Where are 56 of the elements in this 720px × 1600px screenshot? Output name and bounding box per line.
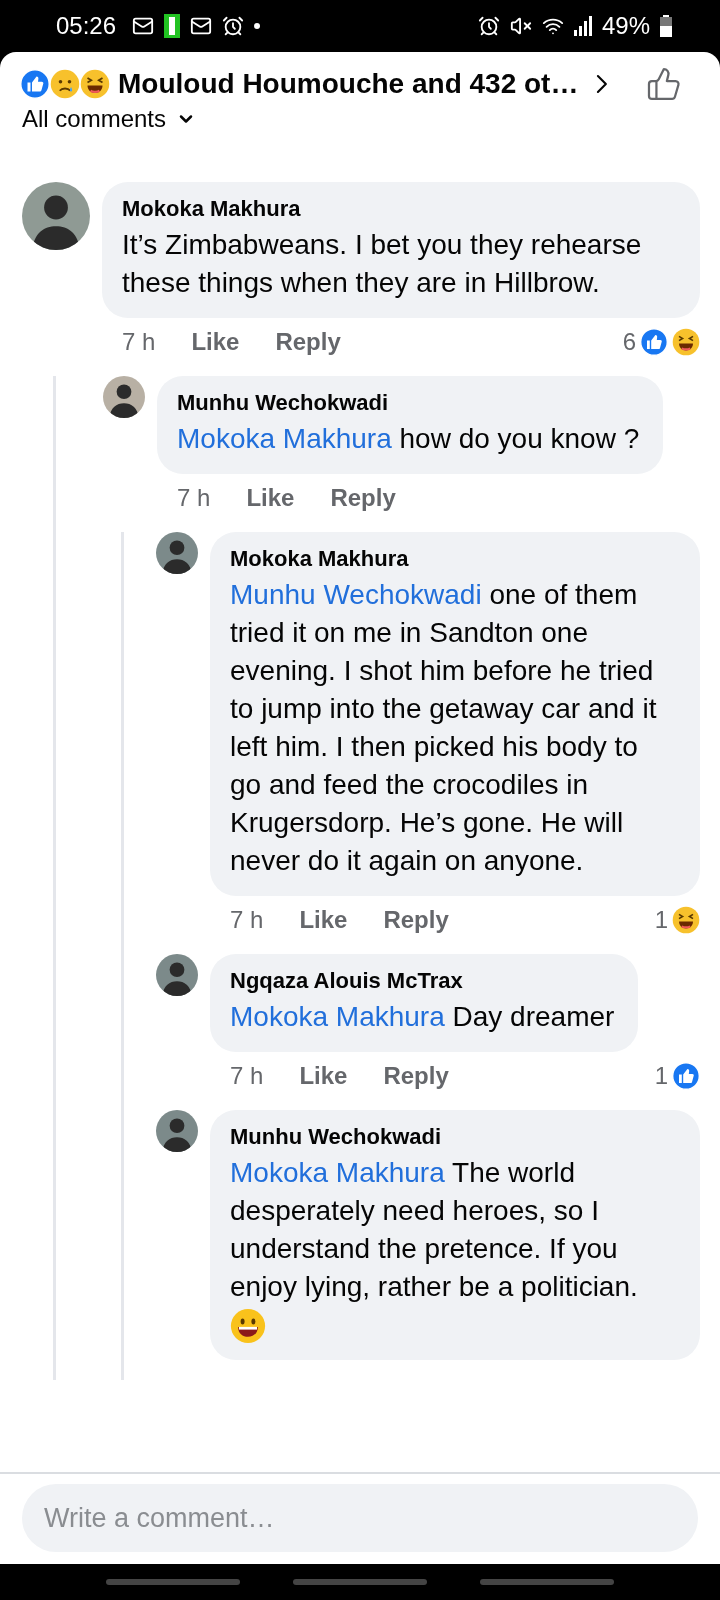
reactions-summary[interactable]: Mouloud Houmouche and 432 ot…	[118, 68, 579, 100]
comment-time: 7 h	[230, 1062, 264, 1090]
comment-time: 7 h	[177, 484, 211, 512]
mention-link[interactable]: Mokoka Makhura	[230, 1001, 445, 1032]
alarm-icon	[222, 15, 245, 37]
battery-app-icon	[164, 14, 181, 38]
reply-link[interactable]: Reply	[383, 906, 449, 934]
grinning-face-icon	[230, 1308, 266, 1344]
dot-icon	[254, 23, 261, 29]
comment-text: It’s Zimbabweans. I bet you they rehearse these things when they are in Hillbrow.	[122, 228, 643, 300]
author-name[interactable]: Munhu Wechokwadi	[177, 390, 640, 416]
laughing-face-icon	[672, 906, 700, 934]
comment-input[interactable]: Write a comment…	[22, 1484, 698, 1552]
like-reaction-icon	[672, 1062, 700, 1090]
author-name[interactable]: Ngqaza Alouis McTrax	[230, 968, 615, 994]
battery-percent: 49%	[601, 12, 650, 40]
like-link[interactable]: Like	[299, 906, 348, 934]
like-reaction-icon	[640, 328, 668, 356]
reaction-count[interactable]: 6	[622, 328, 636, 356]
clock: 05:26	[56, 12, 117, 40]
comment-text: Mokoka Makhura how do you know ?	[177, 422, 640, 456]
laughing-face-icon	[80, 69, 110, 99]
mail-icon	[190, 15, 213, 37]
battery-icon	[660, 15, 672, 37]
comment-filter[interactable]: All comments	[0, 106, 197, 132]
comment-text: Mokoka Makhura Day dreamer	[230, 1000, 615, 1034]
reply-link[interactable]: Reply	[330, 484, 396, 512]
author-name[interactable]: Mokoka Makhura	[230, 546, 676, 572]
thumbs-up-icon[interactable]	[646, 66, 682, 102]
mention-link[interactable]: Mokoka Makhura	[177, 423, 392, 454]
like-link[interactable]: Like	[299, 1062, 348, 1090]
comment-time: 7 h	[122, 328, 156, 356]
like-reaction-icon	[20, 69, 50, 99]
comment-text: Mokoka Makhura The world desperately need heroes, so I understand the pretence. If you enjoy lying, rather be a politician.	[230, 1156, 639, 1304]
avatar[interactable]	[156, 1110, 198, 1152]
avatar[interactable]	[156, 954, 198, 996]
sad-face-icon	[50, 69, 80, 99]
author-name[interactable]: Munhu Wechokwadi	[230, 1124, 676, 1150]
signal-icon	[573, 16, 592, 36]
reaction-count[interactable]: 1	[654, 906, 668, 934]
comment-time: 7 h	[230, 906, 264, 934]
comment-text: Munhu Wechokwadi one of them tried it on me in Sandton one evening. I shot him before he tried to jump into the getaway car and it left him. I then picked his body to go and feed the crocodiles in Krugersdorp. He’s gone. He will never do it again on anyone.	[230, 578, 658, 878]
mention-link[interactable]: Munhu Wechokwadi	[230, 579, 482, 610]
mute-icon	[509, 15, 532, 37]
laughing-face-icon	[672, 328, 700, 356]
mail-icon	[132, 15, 155, 37]
like-link[interactable]: Like	[246, 484, 295, 512]
avatar[interactable]	[156, 532, 198, 574]
author-name[interactable]: Mokoka Makhura	[122, 196, 676, 222]
reaction-count[interactable]: 1	[654, 1062, 668, 1090]
alarm-icon	[477, 15, 500, 37]
like-link[interactable]: Like	[191, 328, 240, 356]
reply-link[interactable]: Reply	[275, 328, 341, 356]
avatar[interactable]	[103, 376, 145, 418]
mention-link[interactable]: Mokoka Makhura	[230, 1157, 445, 1188]
reply-link[interactable]: Reply	[383, 1062, 449, 1090]
